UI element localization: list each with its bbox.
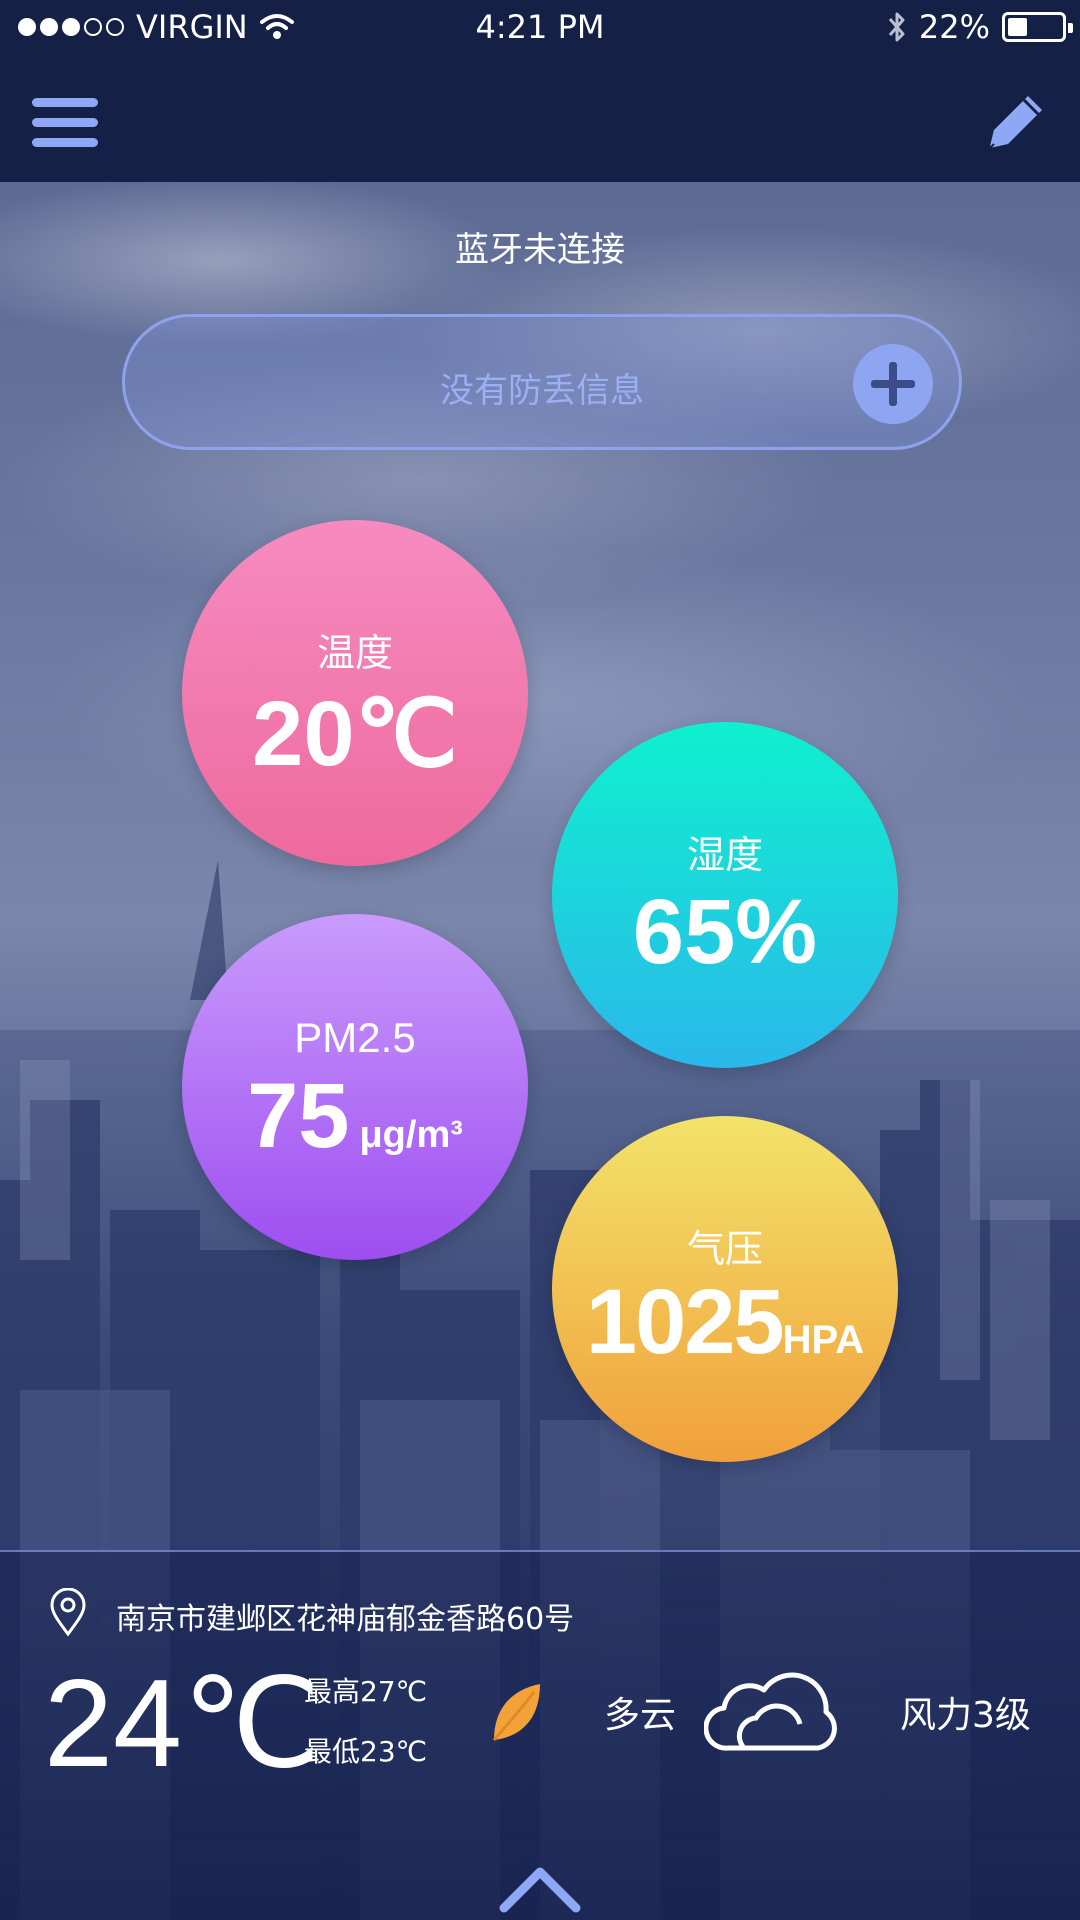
status-bar: VIRGIN 4:21 PM 22% [0,0,1080,56]
current-temperature: 24℃ [44,1655,322,1793]
pm25-unit: μg/m³ [359,1114,463,1156]
pm25-label: PM2.5 [294,1014,416,1061]
weather-condition: 多云 [604,1695,677,1736]
humidity-bubble[interactable]: 湿度 65% [552,722,898,1068]
battery-icon [1002,12,1073,42]
battery-percent: 22% [918,8,990,46]
pm25-bubble[interactable]: PM2.5 75 μg/m³ [182,914,528,1260]
high-low-temps: 最高27℃ 最低23℃ [304,1662,427,1782]
weather-panel: 南京市建邺区花神庙郁金香路60号 24℃ 最高27℃ 最低23℃ 多云 风力3级 [0,1550,1080,1920]
pressure-unit: HPA [782,1318,865,1362]
humidity-label: 湿度 [686,833,763,877]
pressure-value-row: 1025HPA [552,1270,898,1375]
menu-line [32,98,98,107]
temperature-bubble[interactable]: 温度 20℃ [182,520,528,866]
location-address: 南京市建邺区花神庙郁金香路60号 [116,1602,575,1637]
menu-line [32,118,98,127]
anti-loss-panel[interactable]: 没有防丢信息 [122,314,962,450]
temperature-value: 20℃ [252,683,458,785]
temperature-label: 温度 [316,631,393,675]
high-temperature: 最高27℃ [304,1675,428,1708]
bluetooth-status: 蓝牙未连接 [455,230,625,270]
menu-line [32,138,98,147]
leaf-icon [492,1684,540,1741]
low-temperature: 最低23℃ [304,1735,428,1768]
anti-loss-placeholder: 没有防丢信息 [440,371,644,411]
location-pin-icon [50,1588,86,1637]
battery-tip [1068,23,1073,33]
pressure-label: 气压 [686,1227,763,1271]
plus-icon[interactable] [853,344,933,424]
pm25-value-row: 75 μg/m³ [182,1064,528,1169]
pressure-bubble[interactable]: 气压 1025HPA [552,1116,898,1462]
battery-fill [1008,18,1027,36]
status-right: 22% [887,8,1073,46]
bluetooth-icon [888,12,905,42]
cloud-icon [704,1672,837,1751]
humidity-value: 65% [632,881,818,983]
chevron-up-icon[interactable] [498,1862,582,1918]
nav-bar [0,56,1080,182]
hamburger-menu-icon[interactable] [32,98,98,148]
pm25-value: 75 [247,1065,350,1167]
pressure-value: 1025 [585,1271,785,1373]
wind-level: 风力3级 [900,1695,1031,1736]
pencil-icon[interactable] [980,86,1052,158]
